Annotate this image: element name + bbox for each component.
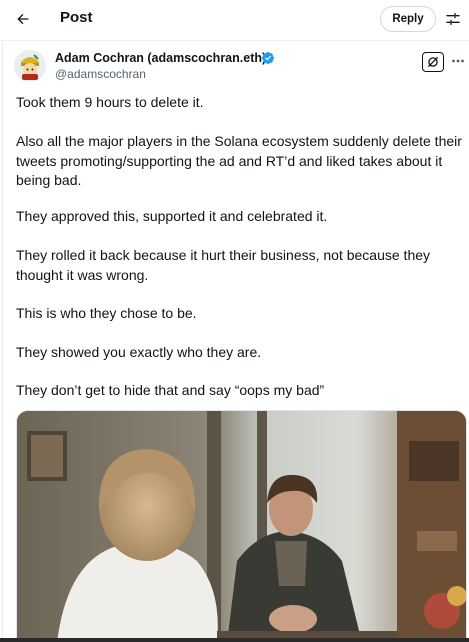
post-video[interactable] xyxy=(16,410,467,642)
more-options-button[interactable] xyxy=(451,51,465,71)
avatar[interactable] xyxy=(14,50,46,82)
post-text-paragraph: They approved this, supported it and cel… xyxy=(16,208,328,224)
top-bar: Post Reply xyxy=(0,0,469,41)
avatar-image xyxy=(14,50,46,82)
more-dots-icon xyxy=(452,59,464,63)
video-frame-image xyxy=(17,411,466,642)
post-text-paragraph: Took them 9 hours to delete it. xyxy=(16,94,204,110)
back-button[interactable] xyxy=(10,6,36,32)
sliders-icon xyxy=(446,13,460,25)
reply-button[interactable]: Reply xyxy=(380,6,436,32)
grok-icon xyxy=(427,56,439,68)
post-text-paragraph: They don’t get to hide that and say “oop… xyxy=(16,382,325,398)
post-text-paragraph: Also all the major players in the Solana… xyxy=(16,133,462,188)
page-title: Post xyxy=(60,9,93,26)
adjust-button[interactable] xyxy=(442,8,464,30)
bottom-edge xyxy=(0,638,469,642)
post-text-paragraph: They showed you exactly who they are. xyxy=(16,344,262,360)
grok-button[interactable] xyxy=(422,52,444,72)
post-text-paragraph: This is who they chose to be. xyxy=(16,305,197,321)
post-text-paragraph: They rolled it back because it hurt thei… xyxy=(16,247,431,283)
verified-badge-icon xyxy=(262,52,274,64)
author-handle[interactable]: @adamscochran xyxy=(55,67,146,81)
author-name[interactable]: Adam Cochran (adamscochran.eth) xyxy=(55,51,266,65)
arrow-left-icon xyxy=(17,13,29,25)
